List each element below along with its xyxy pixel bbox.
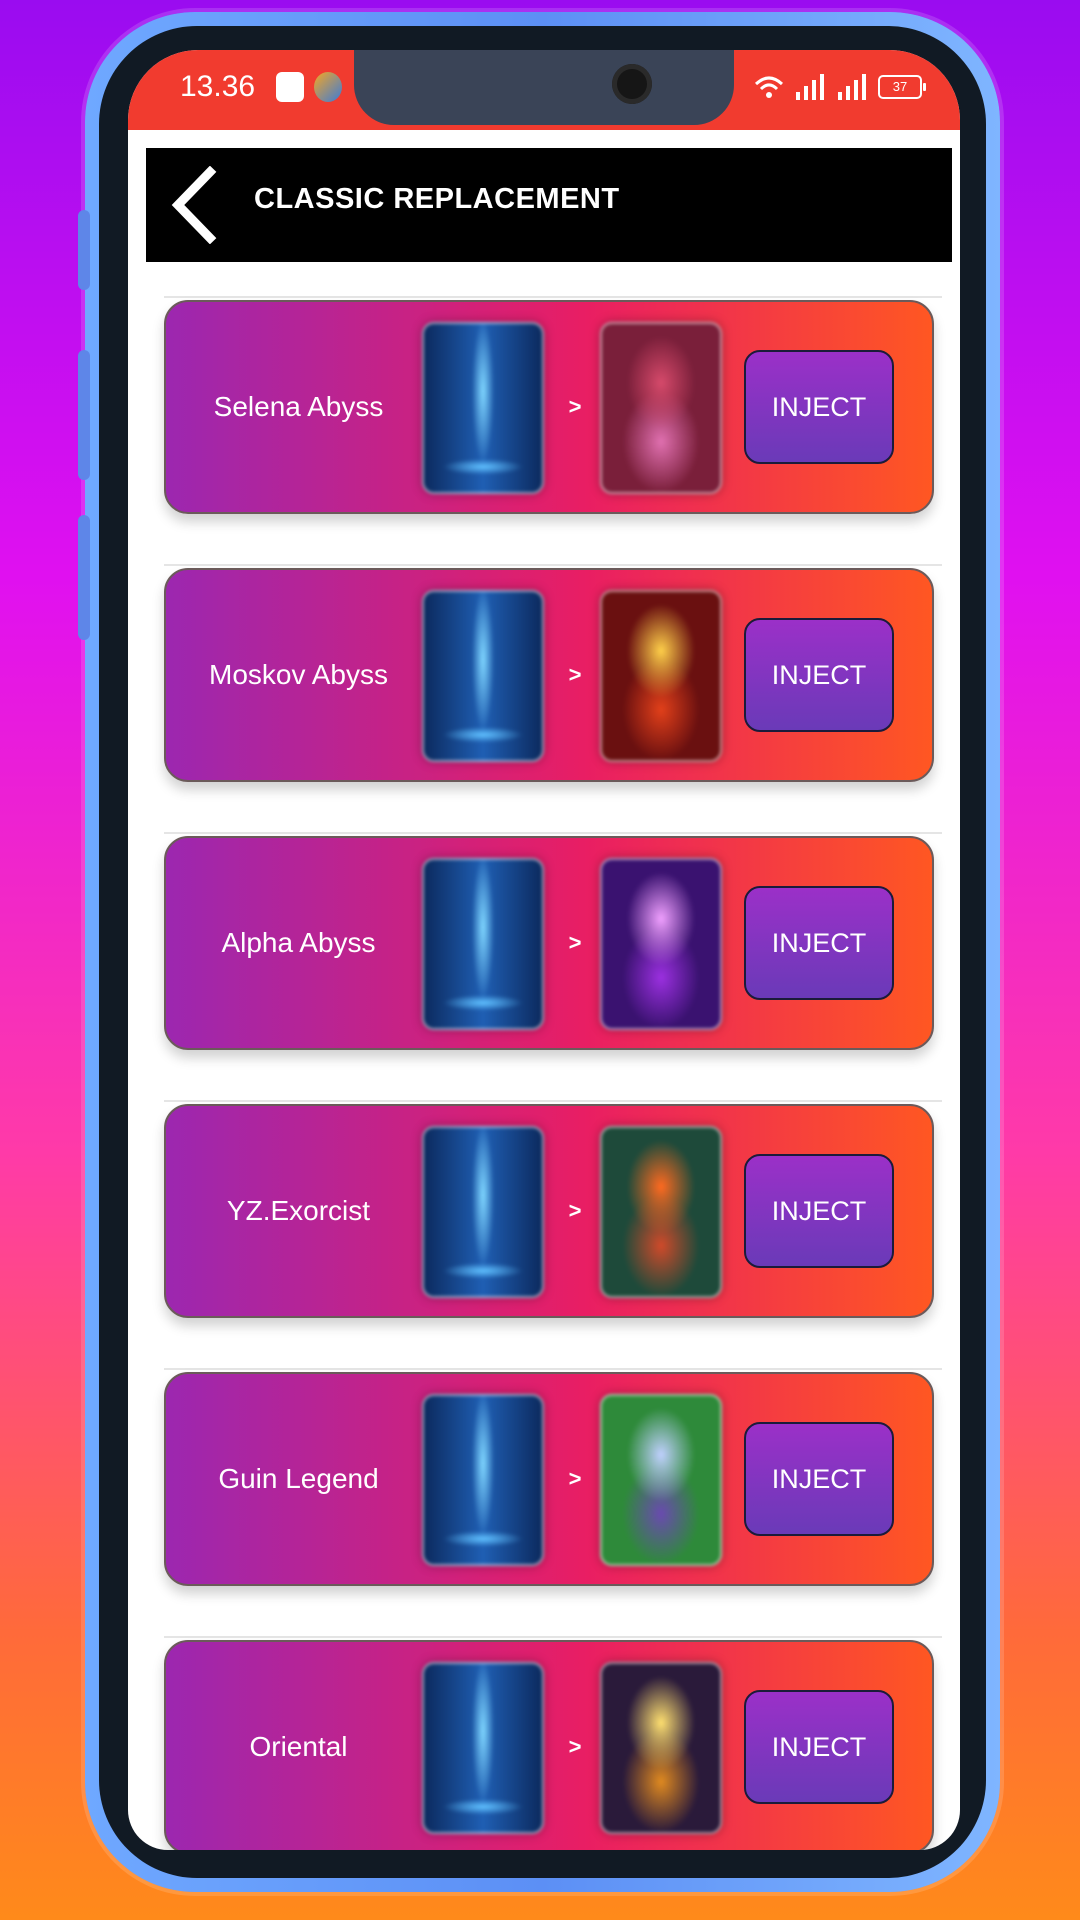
list-item: Moskov Abyss > INJECT bbox=[164, 568, 934, 782]
arrow-icon: > bbox=[568, 930, 582, 955]
inject-button[interactable]: INJECT bbox=[744, 350, 894, 464]
status-icons: 37 bbox=[754, 72, 926, 102]
list-divider bbox=[164, 1100, 942, 1102]
list-divider bbox=[164, 1636, 942, 1638]
arrow-icon: > bbox=[568, 662, 582, 687]
list-divider bbox=[164, 1368, 942, 1370]
list-item: YZ.Exorcist > INJECT bbox=[164, 1104, 934, 1318]
original-skin-thumbnail bbox=[422, 590, 544, 762]
replacement-skin-thumbnail bbox=[600, 1662, 722, 1834]
arrow-icon: > bbox=[568, 394, 582, 419]
wifi-icon bbox=[754, 76, 784, 98]
list-item: Oriental > INJECT bbox=[164, 1640, 934, 1850]
app-header: CLASSIC REPLACEMENT bbox=[146, 148, 952, 262]
list-divider bbox=[164, 832, 942, 834]
item-name: Guin Legend bbox=[218, 1463, 379, 1494]
original-skin-thumbnail bbox=[422, 1126, 544, 1298]
inject-button[interactable]: INJECT bbox=[744, 886, 894, 1000]
arrow-icon: > bbox=[568, 1466, 582, 1491]
status-time: 13.36 bbox=[180, 70, 256, 103]
replacement-skin-thumbnail bbox=[600, 858, 722, 1030]
replacement-skin-thumbnail bbox=[600, 590, 722, 762]
item-name: Oriental bbox=[249, 1731, 348, 1762]
original-skin-thumbnail bbox=[422, 858, 544, 1030]
arrow-icon: > bbox=[568, 1734, 582, 1759]
list-item: Selena Abyss > INJECT bbox=[164, 300, 934, 514]
item-name: YZ.Exorcist bbox=[226, 1195, 371, 1226]
app-screen: 13.36 37 CLASSIC REPLACEMENT Selena Abys… bbox=[128, 50, 960, 1850]
original-skin-thumbnail bbox=[422, 1394, 544, 1566]
camera-notch bbox=[354, 50, 734, 125]
inject-button[interactable]: INJECT bbox=[744, 1154, 894, 1268]
page-title: CLASSIC REPLACEMENT bbox=[254, 183, 620, 215]
list-divider bbox=[164, 296, 942, 298]
list-divider bbox=[164, 564, 942, 566]
replacement-skin-thumbnail bbox=[600, 322, 722, 494]
tiktok-icon bbox=[276, 72, 304, 102]
signal-icon bbox=[838, 74, 866, 100]
original-skin-thumbnail bbox=[422, 322, 544, 494]
power-button bbox=[78, 515, 90, 640]
inject-button[interactable]: INJECT bbox=[744, 1422, 894, 1536]
back-arrow-icon[interactable] bbox=[166, 166, 226, 244]
list-item: Guin Legend > INJECT bbox=[164, 1372, 934, 1586]
status-bar: 13.36 37 bbox=[128, 50, 960, 130]
replacement-skin-thumbnail bbox=[600, 1394, 722, 1566]
arrow-icon: > bbox=[568, 1198, 582, 1223]
inject-button[interactable]: INJECT bbox=[744, 618, 894, 732]
volume-button bbox=[78, 350, 90, 480]
battery-icon: 37 bbox=[878, 75, 926, 99]
camera-icon bbox=[612, 64, 652, 104]
item-name: Alpha Abyss bbox=[221, 927, 376, 958]
signal-icon bbox=[796, 74, 824, 100]
original-skin-thumbnail bbox=[422, 1662, 544, 1834]
inject-button[interactable]: INJECT bbox=[744, 1690, 894, 1804]
app-icon bbox=[314, 72, 342, 102]
list-item: Alpha Abyss > INJECT bbox=[164, 836, 934, 1050]
volume-button bbox=[78, 210, 90, 290]
replacement-skin-thumbnail bbox=[600, 1126, 722, 1298]
item-name: Selena Abyss bbox=[213, 391, 384, 422]
item-name: Moskov Abyss bbox=[209, 659, 388, 690]
